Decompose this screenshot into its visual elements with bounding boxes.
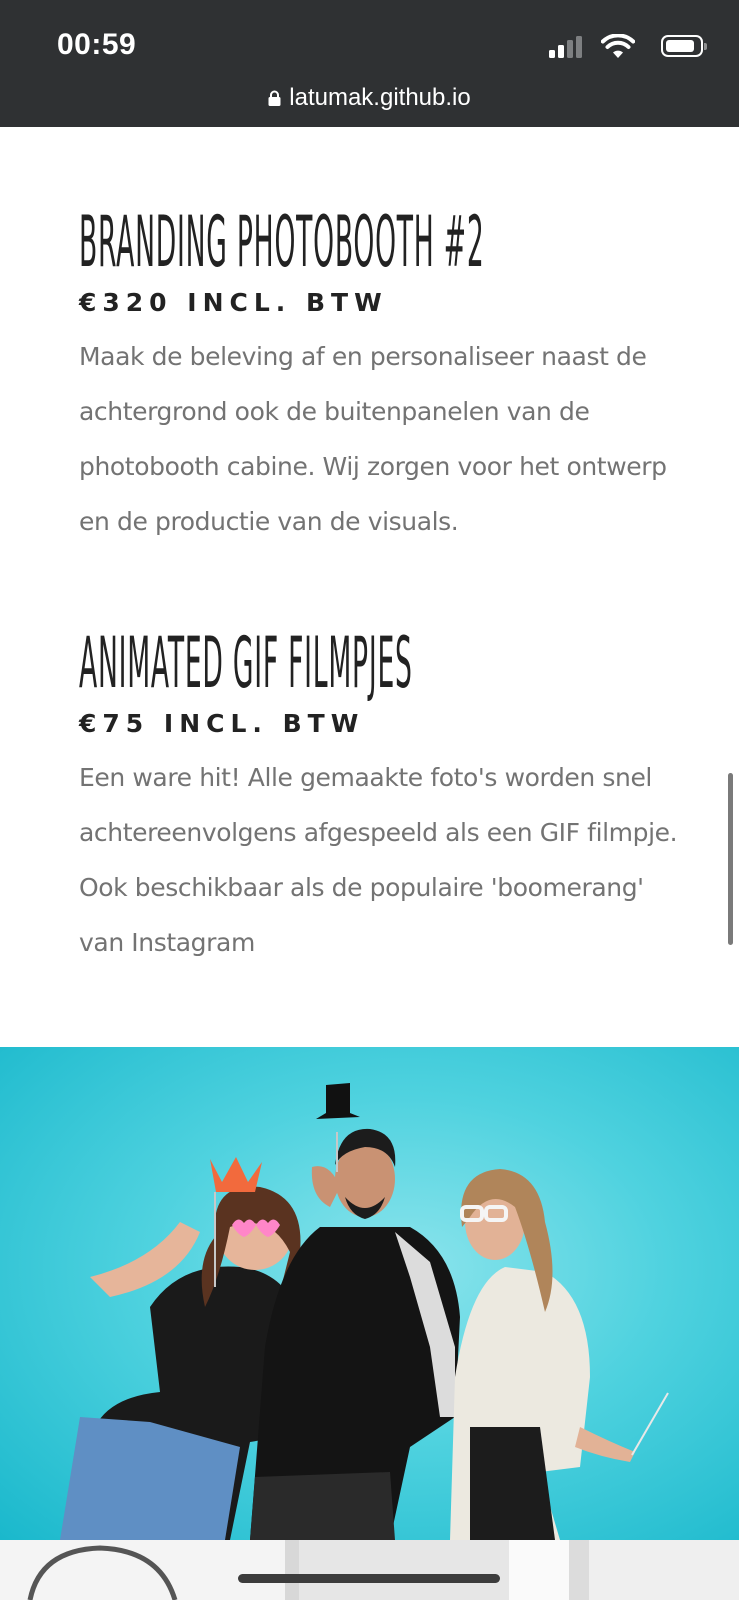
scrollbar-thumb[interactable] — [728, 773, 733, 945]
status-time: 00:59 — [57, 28, 137, 61]
signal-icon — [549, 36, 583, 58]
section-title: ANIMATED GIF FILMPJES — [79, 622, 413, 704]
service-section-branding: BRANDING PHOTOBOOTH #2 €320 INCL. BTW Ma… — [79, 203, 679, 543]
status-bar: 00:59 latumak.github.io — [0, 0, 739, 127]
section-price: €320 INCL. BTW — [79, 288, 388, 317]
service-section-gif: ANIMATED GIF FILMPJES €75 INCL. BTW Een … — [79, 624, 679, 964]
photobooth-people-illustration — [60, 1083, 669, 1540]
person-middle — [250, 1083, 460, 1540]
status-icons — [543, 32, 707, 62]
section-description: Maak de beleving af en personaliseer naa… — [79, 342, 667, 536]
next-section-preview — [0, 1540, 739, 1601]
section-price: €75 INCL. BTW — [79, 709, 365, 738]
photobooth-photo — [0, 1047, 739, 1540]
address-bar[interactable]: latumak.github.io — [0, 84, 739, 112]
section-description: Een ware hit! Alle gemaakte foto's worde… — [79, 763, 678, 957]
lock-icon — [268, 90, 281, 106]
next-section-image-preview — [0, 1540, 739, 1601]
section-title: BRANDING PHOTOBOOTH #2 — [79, 201, 485, 283]
home-indicator[interactable] — [238, 1574, 500, 1583]
battery-icon — [661, 35, 707, 57]
wifi-icon — [601, 34, 635, 58]
person-right — [450, 1169, 669, 1540]
url-text: latumak.github.io — [289, 84, 471, 111]
